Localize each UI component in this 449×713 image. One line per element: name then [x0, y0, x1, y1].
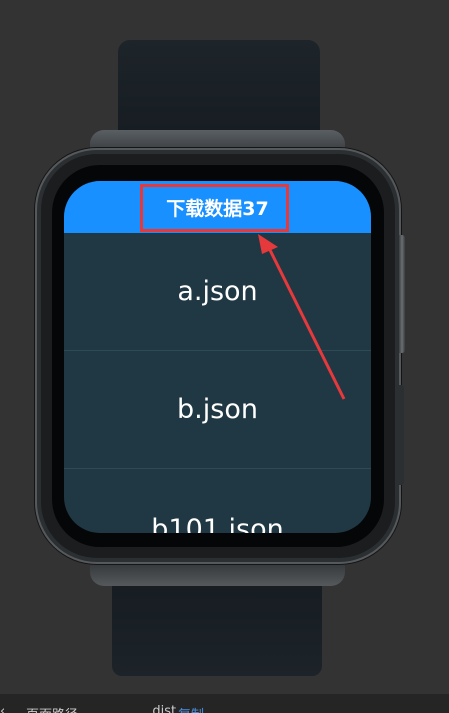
page-path-label: 页面路径 [26, 704, 78, 713]
annotation-arrow [258, 234, 346, 400]
chevron-icon: ‹ [0, 704, 6, 713]
status-bar: ‹ 页面路径 ...dist 复制 [0, 694, 449, 713]
copy-link[interactable]: 复制 [178, 704, 204, 713]
page-path-value: ...dist [140, 704, 177, 713]
